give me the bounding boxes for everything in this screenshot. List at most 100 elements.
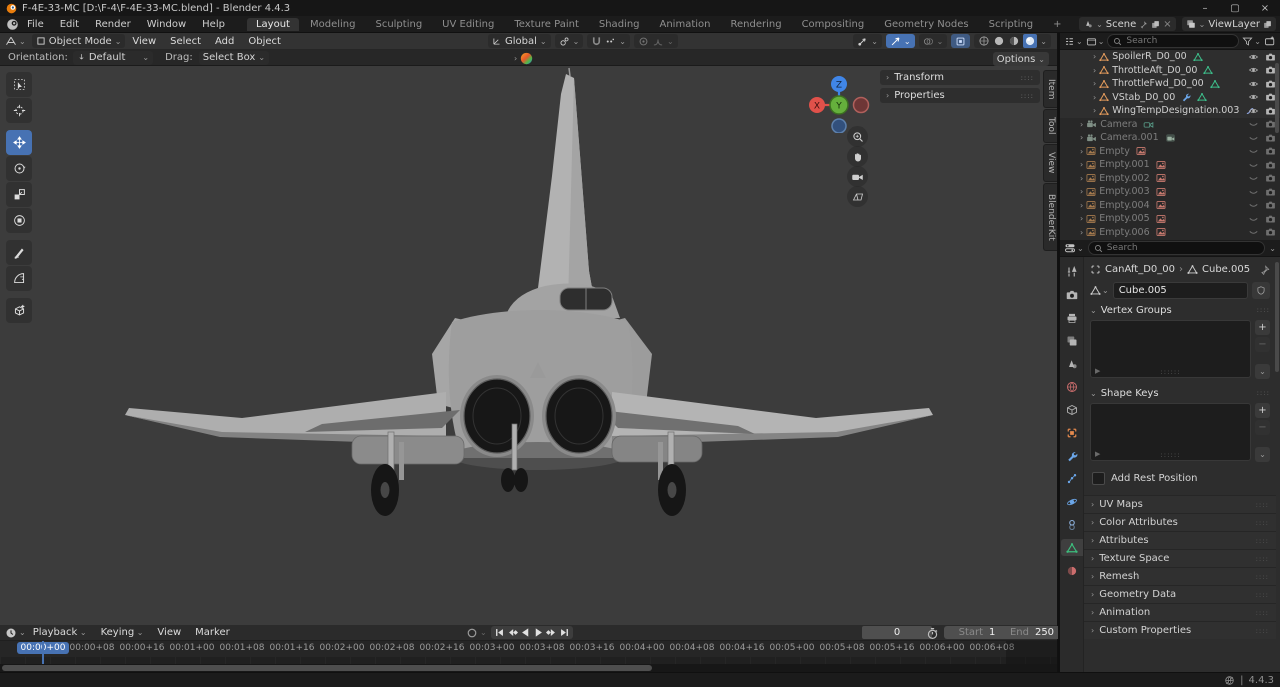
orthographic-toggle-button[interactable] xyxy=(847,186,868,207)
view-layer-selector[interactable]: ⌄ ViewLayer xyxy=(1181,17,1276,31)
properties-tab-particles[interactable] xyxy=(1061,470,1083,487)
vertex-group-remove-button[interactable]: − xyxy=(1255,337,1270,352)
panel-header-uv-maps[interactable]: › UV Maps:::: xyxy=(1084,495,1276,513)
sidebar-tab-view[interactable]: View xyxy=(1043,144,1057,182)
outliner-search-input[interactable]: Search xyxy=(1107,34,1240,48)
disclosure-triangle-icon[interactable]: › xyxy=(1093,52,1096,61)
timeline-track[interactable] xyxy=(0,657,1057,664)
properties-tab-object[interactable] xyxy=(1061,424,1083,441)
properties-tab-collection[interactable] xyxy=(1061,401,1083,418)
panel-header-geometry-data[interactable]: › Geometry Data:::: xyxy=(1084,585,1276,603)
properties-tab-output[interactable] xyxy=(1061,309,1083,326)
properties-search-input[interactable]: Search xyxy=(1087,241,1266,255)
viewport-menu-select[interactable]: Select xyxy=(163,36,208,47)
properties-tab-world[interactable] xyxy=(1061,378,1083,395)
properties-scrollbar[interactable] xyxy=(1275,262,1279,372)
panel-header-animation[interactable]: › Animation:::: xyxy=(1084,603,1276,621)
list-resize-icon[interactable]: :::::: xyxy=(1160,451,1180,459)
outliner-display-mode[interactable]: ⌄ xyxy=(1064,36,1083,47)
shape-key-add-button[interactable]: + xyxy=(1255,403,1270,418)
workspace-tab-shading[interactable]: Shading xyxy=(590,18,649,31)
workspace-tab-uv-editing[interactable]: UV Editing xyxy=(433,18,503,31)
timeline-menu-marker[interactable]: Marker xyxy=(188,627,237,638)
auto-keying-toggle[interactable]: ⌄ xyxy=(466,627,487,639)
new-collection-button[interactable] xyxy=(1264,35,1276,47)
tool-measure[interactable] xyxy=(6,266,32,291)
workspace-tab-compositing[interactable]: Compositing xyxy=(793,18,874,31)
eye-closed-icon[interactable] xyxy=(1248,119,1259,129)
outliner-item[interactable]: › Camera xyxy=(1060,118,1280,132)
shape-keys-list[interactable]: ▶ :::::: xyxy=(1090,403,1251,461)
outliner-item[interactable]: › Empty.001 xyxy=(1060,158,1280,172)
vertex-group-add-button[interactable]: + xyxy=(1255,320,1270,335)
timeline-scrollbar[interactable] xyxy=(0,664,1057,672)
outliner-scrollbar[interactable] xyxy=(1275,63,1279,133)
render-visibility-icon[interactable] xyxy=(1265,187,1276,197)
outliner-item[interactable]: › SpoilerR_D0_00 xyxy=(1060,50,1280,64)
render-visibility-icon[interactable] xyxy=(1265,52,1276,62)
properties-tab-material[interactable] xyxy=(1061,562,1083,579)
disclosure-triangle-icon[interactable]: › xyxy=(1080,133,1083,142)
outliner-item[interactable]: › Empty.006 xyxy=(1060,226,1280,240)
timeline-editor-type-button[interactable]: ⌄ xyxy=(5,627,26,639)
render-visibility-icon[interactable] xyxy=(1265,214,1276,224)
disclosure-triangle-icon[interactable]: › xyxy=(1093,79,1096,88)
disclosure-triangle-icon[interactable]: › xyxy=(1093,66,1096,75)
eye-closed-icon[interactable] xyxy=(1248,200,1259,210)
timeline-ruler[interactable]: 00:00+0000:00+0800:00+1600:01+0000:01+08… xyxy=(0,641,1057,657)
close-button[interactable]: × xyxy=(1250,0,1280,16)
main-menu-edit[interactable]: Edit xyxy=(52,19,87,30)
camera-view-button[interactable] xyxy=(847,166,868,187)
disclosure-triangle-icon[interactable]: › xyxy=(1080,174,1083,183)
outliner-item[interactable]: › Empty.003 xyxy=(1060,185,1280,199)
render-visibility-icon[interactable] xyxy=(1265,133,1276,143)
blender-menu-icon[interactable] xyxy=(6,18,19,31)
shading-rendered[interactable] xyxy=(1023,34,1038,48)
viewport-menu-add[interactable]: Add xyxy=(208,36,241,47)
workspace-tab-texture-paint[interactable]: Texture Paint xyxy=(505,18,588,31)
transport-jump-start[interactable] xyxy=(493,626,506,639)
main-menu-render[interactable]: Render xyxy=(87,19,139,30)
outliner-collection-filter[interactable]: ⌄ xyxy=(1086,36,1104,47)
workspace-tab-scripting[interactable]: Scripting xyxy=(980,18,1042,31)
eye-open-icon[interactable] xyxy=(1248,92,1259,102)
eye-open-icon[interactable] xyxy=(1248,106,1259,116)
tool-transform[interactable] xyxy=(6,208,32,233)
current-frame-field[interactable]: 0 xyxy=(862,626,932,639)
properties-editor-type-button[interactable]: ⌄ xyxy=(1064,242,1084,254)
eye-open-icon[interactable] xyxy=(1248,65,1259,75)
shading-wireframe[interactable] xyxy=(978,35,990,47)
properties-tab-scene[interactable] xyxy=(1061,355,1083,372)
disclosure-triangle-icon[interactable]: › xyxy=(1080,228,1083,237)
fake-user-button[interactable] xyxy=(1252,282,1270,299)
add-rest-position-checkbox[interactable] xyxy=(1092,472,1105,485)
minimize-button[interactable]: – xyxy=(1190,0,1220,16)
eye-closed-icon[interactable] xyxy=(1248,187,1259,197)
orientation-select[interactable]: Default ⌄ xyxy=(72,50,154,65)
disclosure-triangle-icon[interactable]: › xyxy=(1093,106,1096,115)
disclosure-triangle-icon[interactable]: › xyxy=(1093,93,1096,102)
transform-orientation[interactable]: Global ⌄ xyxy=(487,34,551,48)
render-visibility-icon[interactable] xyxy=(1265,160,1276,170)
snap-toggle[interactable]: ⌄ xyxy=(587,34,630,48)
workspace-tab-modeling[interactable]: Modeling xyxy=(301,18,365,31)
tool-annotate[interactable] xyxy=(6,240,32,265)
panel-header-texture-space[interactable]: › Texture Space:::: xyxy=(1084,549,1276,567)
npanel-properties[interactable]: › Properties :::: xyxy=(880,88,1040,103)
sidebar-tab-tool[interactable]: Tool xyxy=(1043,109,1057,143)
eye-open-icon[interactable] xyxy=(1248,52,1259,62)
disclosure-triangle-icon[interactable]: › xyxy=(1080,120,1083,129)
properties-tab-render[interactable] xyxy=(1061,286,1083,303)
scene-selector[interactable]: ⌄ Scene × xyxy=(1079,17,1176,31)
tool-select-box[interactable] xyxy=(6,72,32,97)
outliner-item[interactable]: › VStab_D0_00 xyxy=(1060,90,1280,104)
add-workspace-button[interactable]: + xyxy=(1044,18,1070,31)
transport-prev-keyframe[interactable] xyxy=(506,626,519,639)
main-menu-file[interactable]: File xyxy=(19,19,52,30)
transport-play[interactable] xyxy=(532,626,545,639)
eye-closed-icon[interactable] xyxy=(1248,146,1259,156)
outliner-item[interactable]: › WingTempDesignation.003 xyxy=(1060,104,1280,118)
tool-rotate[interactable] xyxy=(6,156,32,181)
overlays-dropdown[interactable]: ⌄ xyxy=(918,34,948,48)
vertex-groups-panel-header[interactable]: ⌄ Vertex Groups :::: xyxy=(1084,302,1276,318)
